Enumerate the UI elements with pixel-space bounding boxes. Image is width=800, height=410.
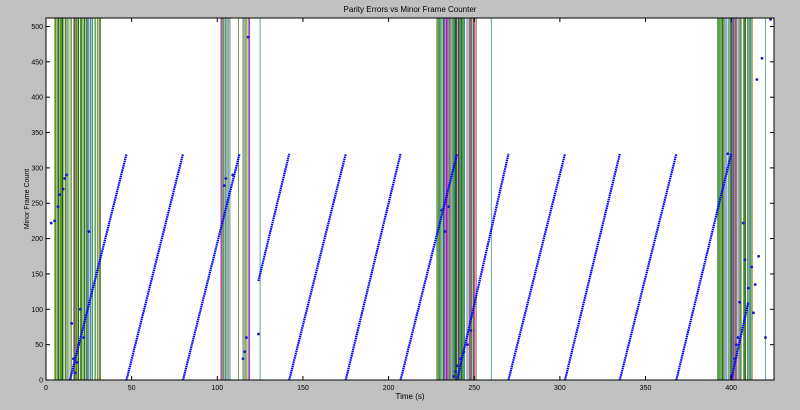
y-tick-label-450: 450: [31, 59, 43, 66]
chart-svg: 0 50 100 150 200 250 300 350 400 0 50 100 150 200 250…: [24, 5, 775, 401]
axes-background: [46, 18, 774, 380]
scatter-point-29: [459, 357, 462, 361]
scatter-point-2: [56, 205, 60, 209]
scatter-point-45: [755, 78, 759, 81]
scatter-point-20: [245, 336, 248, 339]
scatter-point-4: [61, 187, 65, 191]
x-tick-label-150: 150: [297, 385, 309, 392]
scatter-point-23: [440, 208, 444, 212]
y-tick-label-350: 350: [31, 130, 43, 137]
scatter-point-9: [73, 371, 77, 375]
y-tick-label-400: 400: [31, 95, 43, 102]
x-tick-label-50: 50: [128, 385, 136, 392]
scatter-point-16: [224, 177, 228, 180]
scatter-point-11: [77, 343, 80, 347]
scatter-point-18: [241, 357, 245, 361]
scatter-point-30: [462, 350, 466, 354]
scatter-point-5: [63, 177, 67, 180]
x-tick-label-200: 200: [383, 385, 395, 392]
scatter-point-41: [746, 286, 750, 290]
y-tick-label-50: 50: [35, 342, 43, 349]
scatter-point-14: [87, 230, 91, 233]
scatter-point-48: [764, 336, 767, 339]
scatter-point-31: [465, 343, 469, 347]
chart-title: Parity Errors vs Minor Frame Counter: [344, 5, 477, 14]
y-tick-label-500: 500: [31, 24, 43, 31]
scatter-point-38: [738, 300, 742, 304]
scatter-point-27: [453, 370, 457, 373]
scatter-point-35: [733, 357, 736, 361]
scatter-point-26: [452, 375, 456, 378]
x-tick-label-250: 250: [468, 385, 480, 392]
scatter-point-6: [65, 173, 68, 177]
scatter-point-40: [743, 258, 747, 262]
x-tick-label-350: 350: [640, 385, 652, 392]
scatter-point-24: [443, 230, 447, 233]
scatter-point-21: [246, 35, 250, 39]
scatter-point-1: [53, 219, 56, 223]
scatter-point-37: [736, 336, 740, 339]
scatter-point-13: [82, 336, 86, 339]
scatter-point-17: [231, 173, 235, 177]
y-tick-label-150: 150: [31, 271, 43, 278]
x-tick-label-0: 0: [44, 385, 48, 392]
scatter-point-32: [469, 329, 473, 332]
scatter-point-15: [222, 184, 226, 187]
scatter-point-12: [78, 307, 82, 311]
x-tick-label-100: 100: [211, 385, 223, 392]
scatter-point-42: [750, 265, 754, 269]
y-tick-label-200: 200: [31, 236, 43, 243]
scatter-point-44: [753, 283, 757, 286]
scatter-point-46: [757, 254, 760, 258]
scatter-point-7: [70, 322, 74, 325]
scatter-point-33: [726, 152, 730, 156]
y-tick-label-250: 250: [31, 201, 43, 208]
scatter-point-3: [58, 193, 62, 197]
scatter-point-25: [447, 205, 450, 209]
scatter-point-43: [752, 311, 755, 315]
scatter-point-36: [734, 343, 738, 347]
x-axis-label: Time (s): [395, 392, 424, 401]
scatter-point-39: [741, 221, 745, 225]
scatter-point-47: [760, 56, 764, 60]
x-tick-label-300: 300: [554, 385, 566, 392]
y-tick-label-100: 100: [31, 307, 43, 314]
scatter-point-19: [243, 350, 247, 354]
y-axis-label: Minor Frame Count: [24, 169, 31, 229]
scatter-point-10: [75, 360, 79, 364]
y-tick-label-300: 300: [31, 165, 43, 172]
scatter-point-0: [49, 221, 53, 225]
scatter-point-8: [72, 357, 75, 361]
x-tick-label-400: 400: [725, 385, 737, 392]
figure: 0 50 100 150 200 250 300 350 400 0 50 100 150 200 250…: [0, 0, 800, 405]
scatter-point-28: [455, 364, 459, 368]
y-tick-label-0: 0: [39, 378, 43, 385]
scatter-point-22: [257, 332, 260, 336]
